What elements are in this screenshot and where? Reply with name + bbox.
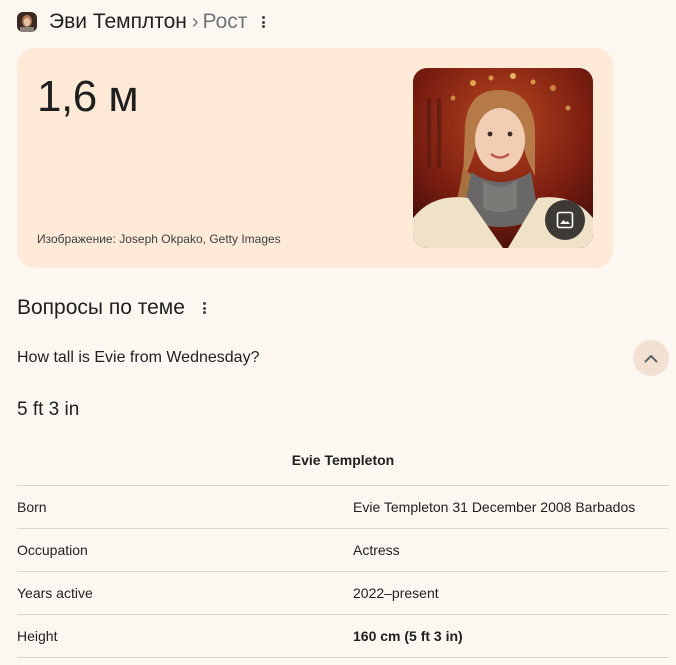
image-credit: Изображение: Joseph Okpako, Getty Images [37, 232, 281, 246]
table-row: Occupation Actress [17, 528, 669, 571]
row-label: Born [17, 499, 47, 515]
attribute-title: Рост [202, 10, 248, 33]
related-questions-header: Вопросы по теме [17, 296, 207, 320]
table-row: Years active 2022–present [17, 571, 669, 614]
entity-avatar[interactable] [17, 12, 37, 32]
row-label: Height [17, 628, 58, 644]
chevron-up-icon[interactable] [633, 340, 669, 376]
image-icon[interactable] [545, 200, 585, 240]
related-question[interactable]: How tall is Evie from Wednesday? [17, 349, 259, 367]
table-row: Height 160 cm (5 ft 3 in) [17, 614, 669, 658]
breadcrumb-separator: › [191, 10, 199, 33]
more-vert-icon[interactable] [261, 16, 265, 28]
breadcrumb-header: Эви Темплтон › Рост [17, 9, 265, 35]
row-label: Occupation [17, 542, 88, 558]
row-value: 2022–present [353, 585, 439, 601]
more-vert-icon[interactable] [203, 302, 207, 314]
row-label: Years active [17, 585, 93, 601]
question-answer: 5 ft 3 in [17, 399, 80, 420]
related-questions-title: Вопросы по теме [17, 296, 185, 319]
entity-photo[interactable] [413, 68, 593, 248]
row-value: Evie Templeton 31 December 2008 Barbados [353, 499, 636, 515]
height-value: 1,6 м [37, 72, 139, 121]
row-value: Actress [353, 542, 400, 558]
answer-card: 1,6 м Изображение: Joseph Okpako, Getty … [17, 48, 613, 268]
info-table: Born Evie Templeton 31 December 2008 Bar… [17, 485, 669, 658]
table-title: Evie Templeton [291, 452, 395, 468]
table-row: Born Evie Templeton 31 December 2008 Bar… [17, 485, 669, 528]
row-value: 160 cm (5 ft 3 in) [353, 628, 463, 644]
entity-title[interactable]: Эви Темплтон [49, 10, 187, 34]
